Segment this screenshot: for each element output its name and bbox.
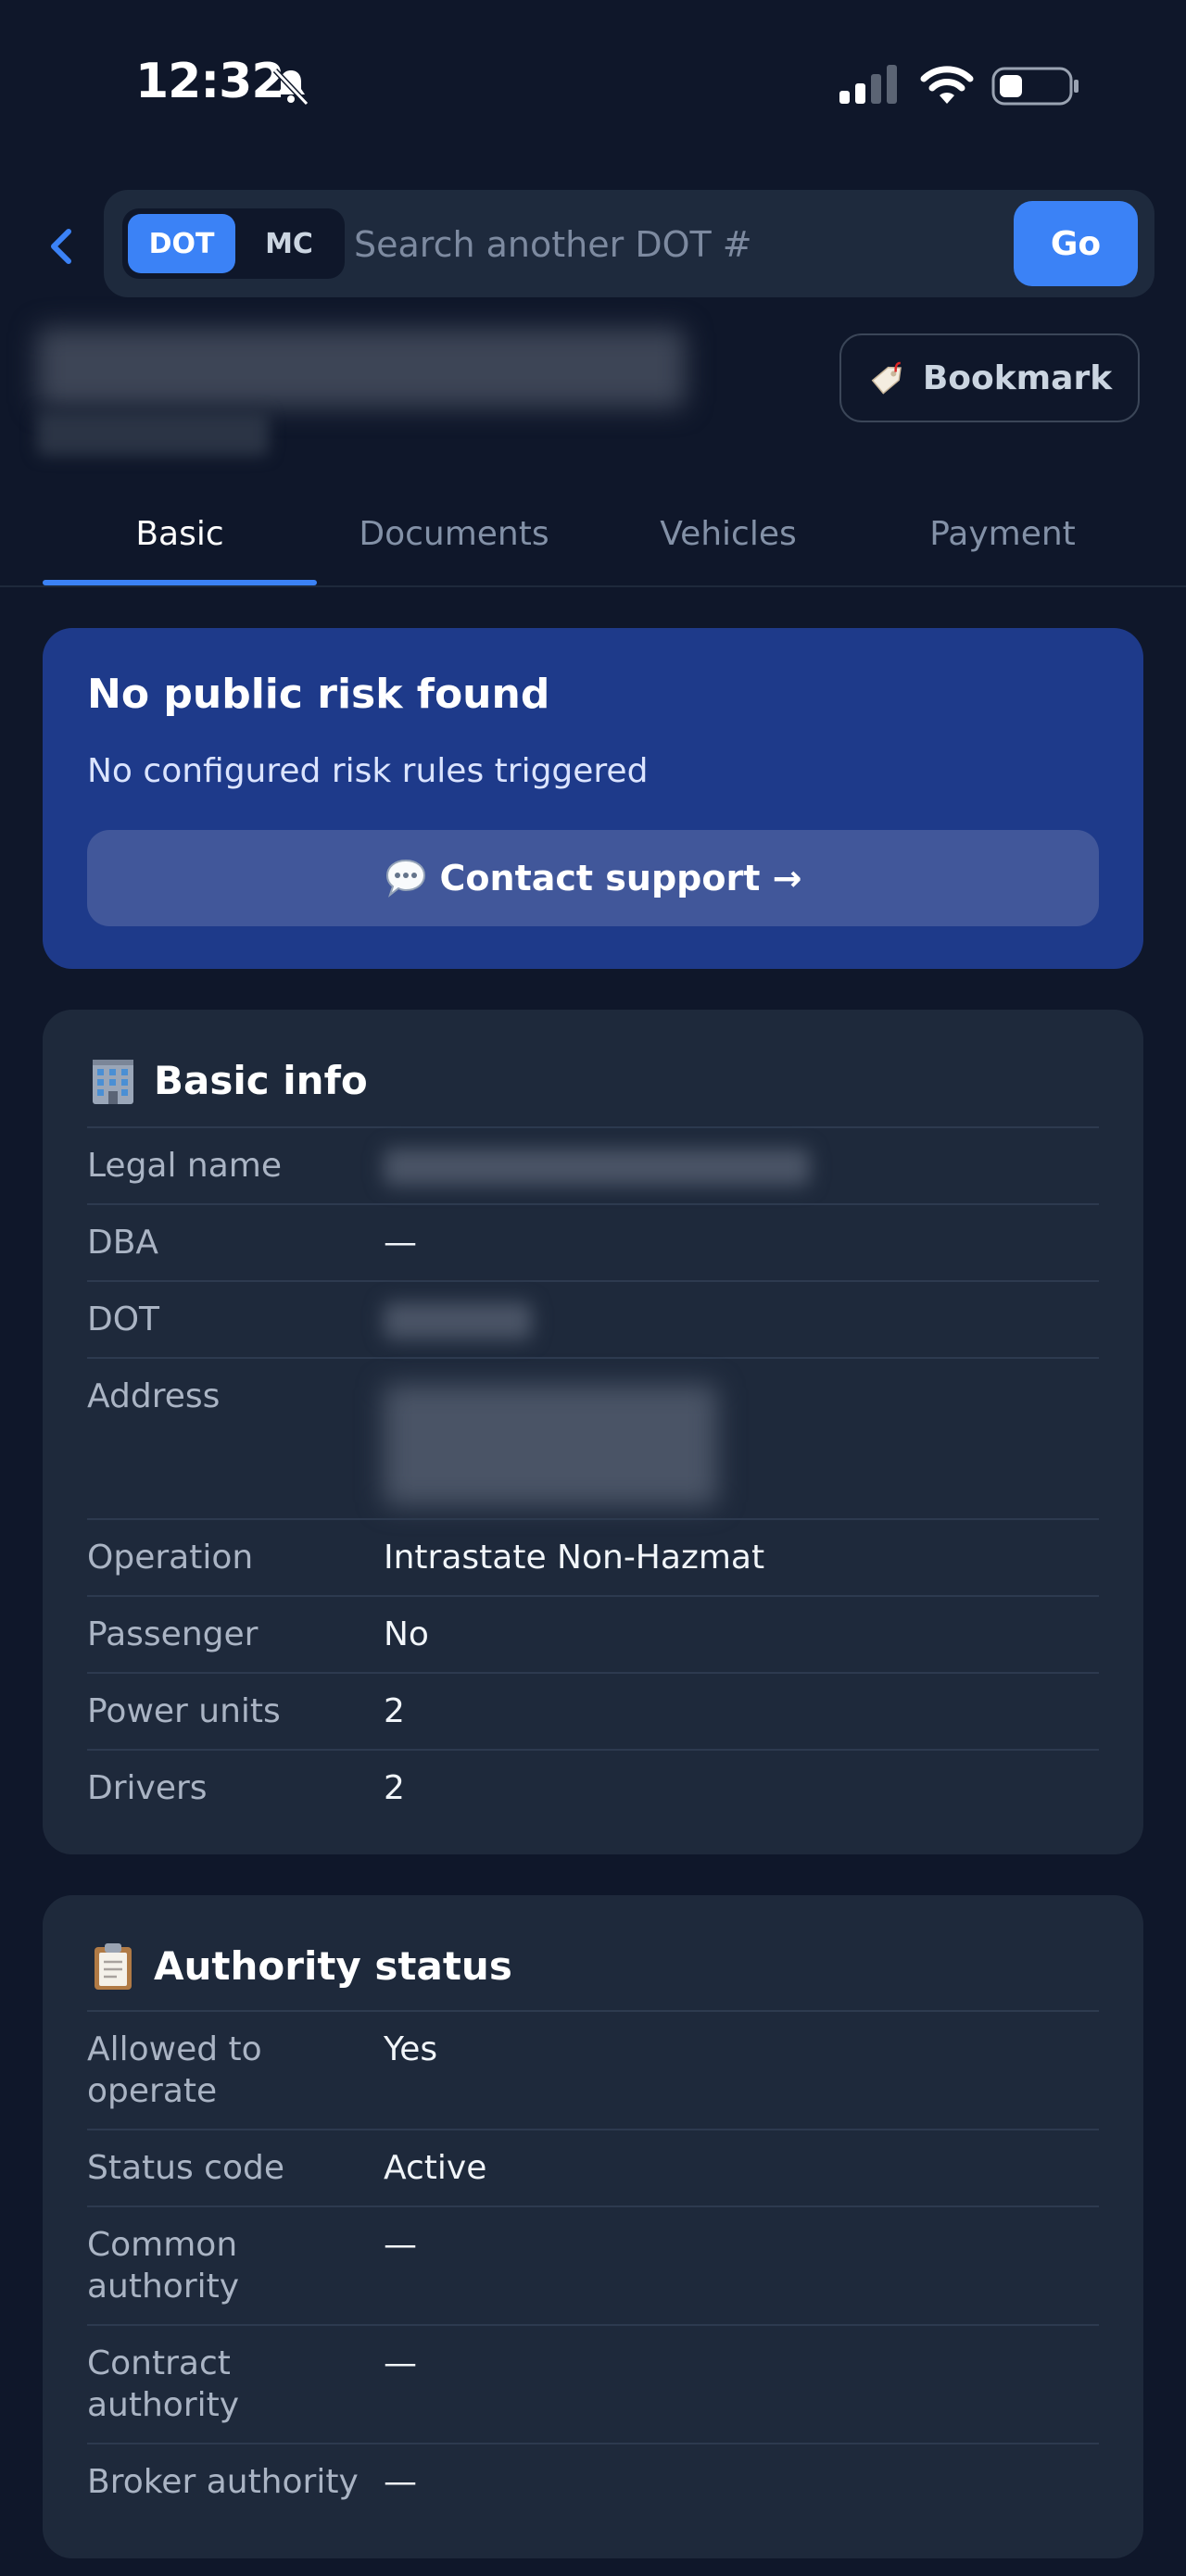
row-value: 2 xyxy=(384,1692,405,1730)
row-label: DBA xyxy=(87,1224,159,1262)
battery-icon xyxy=(991,67,1079,106)
row-value: Intrastate Non-Hazmat xyxy=(384,1539,765,1577)
row-value: — xyxy=(384,2226,417,2264)
row-label: Address xyxy=(87,1377,221,1415)
authority-status-card: Authority status Allowed to operate Yes … xyxy=(43,1895,1143,2558)
search-input[interactable] xyxy=(352,212,912,277)
row-label: Drivers xyxy=(87,1769,208,1807)
clipboard-icon xyxy=(95,1943,132,1990)
row-value: — xyxy=(384,2463,417,2501)
table-row: Allowed to operate Yes xyxy=(87,2010,1099,2129)
authority-status-title: Authority status xyxy=(87,1940,512,1992)
back-button[interactable] xyxy=(37,219,83,274)
office-building-icon xyxy=(93,1060,133,1104)
row-label: Operation xyxy=(87,1539,254,1577)
row-label: Broker authority xyxy=(87,2463,359,2501)
authority-status-rows: Allowed to operate Yes Status code Activ… xyxy=(87,2010,1099,2519)
bookmark-button[interactable]: Bookmark xyxy=(839,333,1140,422)
row-value: Yes xyxy=(384,2030,438,2068)
tab-payment[interactable]: Payment xyxy=(865,484,1140,584)
status-time: 12:32 xyxy=(135,54,285,109)
tag-icon xyxy=(871,361,902,395)
address-redacted xyxy=(384,1359,1099,1518)
tab-basic[interactable]: Basic xyxy=(43,484,317,584)
go-button[interactable]: Go xyxy=(1014,201,1138,286)
chevron-left-icon xyxy=(51,229,71,264)
basic-info-title: Basic info xyxy=(87,1054,368,1106)
contact-support-button[interactable]: Contact support → xyxy=(87,830,1099,926)
tab-documents[interactable]: Documents xyxy=(317,484,591,584)
toggle-mc[interactable]: MC xyxy=(241,214,337,273)
signal-icon xyxy=(839,65,897,104)
company-name-redacted xyxy=(37,328,686,408)
table-row: Power units 2 xyxy=(87,1672,1099,1749)
table-row: Address xyxy=(87,1357,1099,1518)
table-row: Legal name xyxy=(87,1126,1099,1203)
table-row: Broker authority — xyxy=(87,2443,1099,2519)
active-tab-indicator xyxy=(43,580,317,585)
toggle-dot[interactable]: DOT xyxy=(128,214,235,273)
row-value: Active xyxy=(384,2149,487,2187)
row-label: Passenger xyxy=(87,1615,259,1653)
status-bar: 12:32 xyxy=(0,0,1186,171)
search-type-toggle: DOT MC xyxy=(122,208,345,279)
contact-support-label: Contact support → xyxy=(439,858,802,898)
basic-info-title-text: Basic info xyxy=(154,1057,368,1103)
row-value: No xyxy=(384,1615,429,1653)
table-row: Contract authority — xyxy=(87,2324,1099,2443)
bell-muted-icon xyxy=(272,68,309,106)
risk-subtitle: No configured risk rules triggered xyxy=(87,752,649,790)
table-row: Operation Intrastate Non-Hazmat xyxy=(87,1518,1099,1595)
table-row: Status code Active xyxy=(87,2129,1099,2205)
legal-name-redacted xyxy=(384,1128,1099,1203)
row-value: — xyxy=(384,1224,417,1262)
table-row: DOT xyxy=(87,1280,1099,1357)
authority-status-title-text: Authority status xyxy=(154,1942,512,1989)
row-label: Allowed to operate xyxy=(87,2030,262,2110)
basic-info-rows: Legal name DBA — DOT Address Operation I… xyxy=(87,1126,1099,1826)
basic-info-card: Basic info Legal name DBA — DOT Address … xyxy=(43,1010,1143,1854)
dot-number-redacted xyxy=(384,1282,1099,1357)
bookmark-label: Bookmark xyxy=(922,358,1113,397)
row-label: Contract authority xyxy=(87,2344,240,2424)
row-label: DOT xyxy=(87,1301,160,1338)
tab-bar: Basic Documents Vehicles Payment xyxy=(0,484,1186,587)
company-subtitle-redacted xyxy=(37,411,269,456)
wifi-icon xyxy=(920,66,974,104)
risk-title: No public risk found xyxy=(87,671,550,718)
risk-card: No public risk found No configured risk … xyxy=(43,628,1143,969)
row-label: Common authority xyxy=(87,2226,240,2306)
row-value: — xyxy=(384,2344,417,2382)
tab-vehicles[interactable]: Vehicles xyxy=(591,484,865,584)
speech-bubble-icon xyxy=(385,859,425,898)
table-row: DBA — xyxy=(87,1203,1099,1280)
row-label: Status code xyxy=(87,2149,284,2187)
table-row: Passenger No xyxy=(87,1595,1099,1672)
table-row: Drivers 2 xyxy=(87,1749,1099,1826)
row-value: 2 xyxy=(384,1769,405,1807)
row-label: Legal name xyxy=(87,1147,283,1185)
search-bar: DOT MC Go xyxy=(104,190,1154,297)
table-row: Common authority — xyxy=(87,2205,1099,2324)
row-label: Power units xyxy=(87,1692,281,1730)
